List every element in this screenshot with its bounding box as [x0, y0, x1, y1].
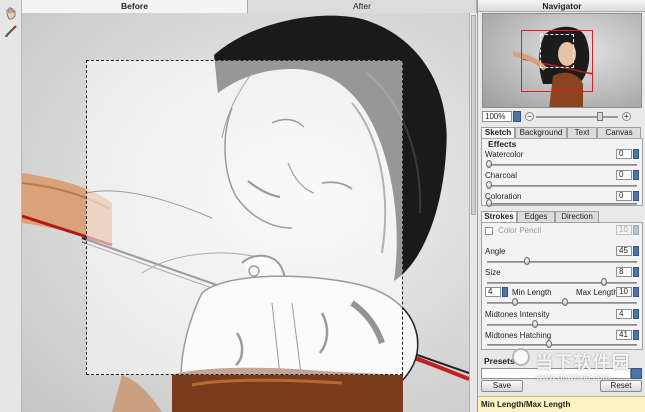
tab-text[interactable]: Text [567, 127, 597, 138]
zoom-controls: 100% − + [482, 111, 642, 123]
view-tabs: Before After [22, 0, 477, 13]
max-length-spin-icon[interactable] [633, 287, 639, 297]
navigator-title: Navigator [478, 0, 645, 12]
watercolor-value[interactable]: 0 [616, 149, 632, 159]
max-length-slider-handle[interactable] [562, 298, 568, 306]
midtones-intensity-slider[interactable] [487, 324, 637, 326]
min-length-spin-icon[interactable] [502, 287, 508, 297]
angle-value[interactable]: 45 [616, 246, 632, 256]
settings-tabs: Sketch Background Text Canvas [481, 127, 643, 139]
presets-title: Presets [484, 356, 515, 366]
color-pencil-checkbox[interactable] [485, 227, 493, 235]
coloration-spin-icon[interactable] [633, 191, 639, 201]
preview-selection[interactable] [86, 60, 403, 375]
hand-tool-icon[interactable] [4, 6, 18, 20]
crop-tool-icon[interactable] [4, 24, 18, 38]
zoom-out-icon[interactable]: − [525, 112, 534, 121]
zoom-slider-handle[interactable] [596, 112, 603, 121]
hint-title: Min Length/Max Length [481, 400, 571, 409]
size-slider-handle[interactable] [601, 278, 607, 286]
tab-before[interactable]: Before [22, 0, 248, 13]
charcoal-value[interactable]: 0 [616, 170, 632, 180]
charcoal-label: Charcoal [485, 171, 518, 180]
angle-slider-handle[interactable] [524, 257, 530, 265]
image-canvas[interactable] [22, 13, 469, 412]
zoom-slider[interactable] [536, 116, 618, 118]
watercolor-label: Watercolor [485, 150, 524, 159]
charcoal-slider[interactable] [487, 185, 637, 187]
zoom-in-icon[interactable]: + [622, 112, 631, 121]
midtones-intensity-value[interactable]: 4 [616, 309, 632, 319]
canvas-scroll-thumb[interactable] [471, 15, 476, 215]
settings-panel: Navigator 100% − + Sketch Background Tex… [477, 0, 645, 412]
presets-select[interactable] [481, 368, 631, 379]
midtones-intensity-spin-icon[interactable] [633, 309, 639, 319]
color-pencil-label: Color Pencil [498, 226, 542, 235]
presets-dropdown-arrow-icon[interactable] [631, 368, 642, 379]
midtones-intensity-slider-handle[interactable] [532, 320, 538, 328]
size-label: Size [485, 268, 501, 277]
color-pencil-spin-icon[interactable] [633, 225, 639, 235]
tab-background[interactable]: Background [515, 127, 567, 138]
save-button[interactable]: Save [481, 380, 523, 392]
min-length-slider-handle[interactable] [512, 298, 518, 306]
size-value[interactable]: 8 [616, 267, 632, 277]
coloration-slider[interactable] [487, 203, 637, 205]
reset-button[interactable]: Reset [600, 380, 642, 392]
midtones-hatching-value[interactable]: 41 [616, 330, 632, 340]
midtones-hatching-slider[interactable] [487, 344, 637, 346]
watercolor-slider[interactable] [487, 164, 637, 166]
size-spin-icon[interactable] [633, 267, 639, 277]
max-length-label: Max Length [576, 288, 618, 297]
color-pencil-value[interactable]: 10 [616, 225, 632, 235]
effects-title: Effects [488, 139, 517, 149]
tool-strip [0, 0, 22, 412]
midtones-hatching-slider-handle[interactable] [546, 340, 552, 348]
tab-after[interactable]: After [248, 0, 477, 13]
navigator-selection-rect [540, 34, 574, 68]
midtones-hatching-spin-icon[interactable] [633, 330, 639, 340]
tab-edges[interactable]: Edges [517, 211, 555, 222]
min-length-value[interactable]: 4 [485, 287, 501, 297]
coloration-value[interactable]: 0 [616, 191, 632, 201]
angle-slider[interactable] [487, 261, 637, 263]
angle-label: Angle [485, 247, 506, 256]
watercolor-slider-handle[interactable] [486, 160, 492, 168]
min-length-label: Min Length [512, 288, 552, 297]
max-length-value[interactable]: 10 [616, 287, 632, 297]
angle-spin-icon[interactable] [633, 246, 639, 256]
stroke-tabs: Strokes Edges Direction [481, 211, 643, 223]
tab-direction[interactable]: Direction [555, 211, 599, 222]
navigator-thumbnail[interactable] [482, 13, 642, 108]
canvas-scrollbar[interactable] [469, 13, 477, 412]
presets-header: Presets [481, 356, 643, 367]
midtones-intensity-label: Midtones Intensity [485, 310, 550, 319]
watercolor-spin-icon[interactable] [633, 149, 639, 159]
charcoal-spin-icon[interactable] [633, 170, 639, 180]
midtones-hatching-label: Midtones Hatching [485, 331, 552, 340]
size-slider[interactable] [487, 282, 637, 284]
zoom-field[interactable]: 100% [482, 111, 512, 122]
hint-box: Min Length/Max Length [478, 396, 645, 412]
strokes-section: Color Pencil 10 Angle 45 Size 8 4 Min Le… [481, 222, 643, 350]
charcoal-slider-handle[interactable] [486, 181, 492, 189]
tab-canvas[interactable]: Canvas [597, 127, 641, 138]
effects-section: Effects Watercolor 0 Charcoal 0 Colorati… [481, 138, 643, 207]
zoom-dropdown-arrow-icon[interactable] [513, 111, 521, 122]
coloration-slider-handle[interactable] [486, 199, 492, 207]
